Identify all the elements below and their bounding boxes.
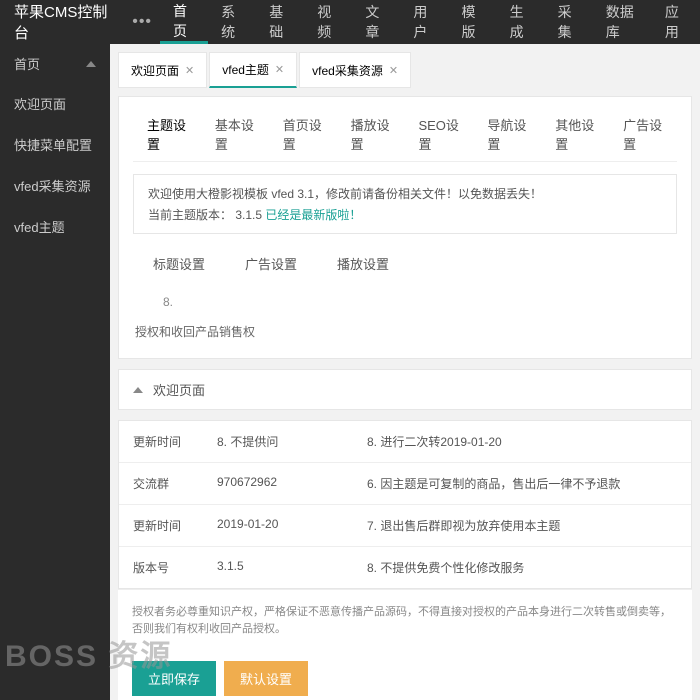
close-icon[interactable]: ✕ [275, 63, 284, 76]
topnav-item-3[interactable]: 视频 [304, 0, 352, 44]
page-tabs: 欢迎页面✕vfed主题✕vfed采集资源✕ [118, 52, 692, 88]
chevron-up-icon [133, 387, 143, 393]
sidebar-head-label: 首页 [14, 54, 40, 73]
top-nav: 首页系统基础视频文章用户模版生成采集数据库应用 [160, 0, 700, 44]
topnav-item-0[interactable]: 首页 [160, 0, 208, 44]
small-value: 8. [133, 289, 677, 315]
topnav-item-9[interactable]: 数据库 [593, 0, 652, 44]
subtab-3[interactable]: 播放设置 [337, 107, 405, 161]
welcome-line1: 欢迎使用大橙影视模板 vfed 3.1，修改前请备份相关文件！以免数据丢失！ [148, 185, 662, 202]
topnav-item-10[interactable]: 应用 [652, 0, 700, 44]
more-icon[interactable]: ••• [124, 13, 160, 31]
sidebar-item-0[interactable]: 欢迎页面 [0, 83, 110, 124]
latest-badge: 已经是最新版啦！ [265, 208, 361, 222]
theme-panel: 主题设置基本设置首页设置播放设置SEO设置导航设置其他设置广告设置 欢迎使用大橙… [118, 96, 692, 359]
topnav-item-1[interactable]: 系统 [208, 0, 256, 44]
info-table: 更新时间8. 不提供问8. 进行二次转2019-01-20交流群97067296… [118, 420, 692, 589]
topnav-item-6[interactable]: 模版 [449, 0, 497, 44]
top-bar: 苹果CMS控制台 ••• 首页系统基础视频文章用户模版生成采集数据库应用 [0, 0, 700, 44]
reset-button[interactable]: 默认设置 [224, 661, 308, 696]
subtab-6[interactable]: 其他设置 [541, 107, 609, 161]
close-icon[interactable]: ✕ [389, 64, 398, 77]
welcome-box: 欢迎使用大橙影视模板 vfed 3.1，修改前请备份相关文件！以免数据丢失！ 当… [133, 174, 677, 234]
sidebar-item-3[interactable]: vfed主题 [0, 206, 110, 247]
app-logo: 苹果CMS控制台 [0, 1, 124, 43]
subtab-5[interactable]: 导航设置 [473, 107, 541, 161]
footer-note: 授权者务必尊重知识产权，严格保证不恶意传播产品源码，不得直接对授权的产品本身进行… [118, 589, 692, 651]
tab-2[interactable]: vfed采集资源✕ [299, 52, 411, 88]
sidebar: 首页 欢迎页面快捷菜单配置vfed采集资源vfed主题 [0, 44, 110, 700]
topnav-item-4[interactable]: 文章 [352, 0, 400, 44]
chevron-up-icon [86, 61, 96, 67]
topnav-item-5[interactable]: 用户 [400, 0, 448, 44]
table-row: 版本号3.1.58. 不提供免费个性化修改服务 [119, 547, 691, 588]
sidebar-head[interactable]: 首页 [0, 44, 110, 83]
collapse-bar[interactable]: 欢迎页面 [118, 369, 692, 410]
subtab-1[interactable]: 基本设置 [201, 107, 269, 161]
table-row: 更新时间2019-01-207. 退出售后群即视为放弃使用本主题 [119, 505, 691, 547]
sub-tabs: 主题设置基本设置首页设置播放设置SEO设置导航设置其他设置广告设置 [133, 107, 677, 162]
collapse-title: 欢迎页面 [153, 380, 205, 399]
auth-text: 授权和收回产品销售权 [133, 315, 677, 348]
tab-0[interactable]: 欢迎页面✕ [118, 52, 207, 88]
inner-tab-0[interactable]: 标题设置 [133, 248, 225, 279]
inner-tab-2[interactable]: 播放设置 [317, 248, 409, 279]
table-row: 交流群9706729626. 因主题是可复制的商品，售出后一律不予退款 [119, 463, 691, 505]
topnav-item-8[interactable]: 采集 [545, 0, 593, 44]
table-row: 更新时间8. 不提供问8. 进行二次转2019-01-20 [119, 421, 691, 463]
subtab-7[interactable]: 广告设置 [609, 107, 677, 161]
button-row: 立即保存 默认设置 [118, 651, 692, 700]
subtab-0[interactable]: 主题设置 [133, 107, 201, 161]
subtab-4[interactable]: SEO设置 [404, 107, 473, 161]
welcome-line2: 当前主题版本： 3.1.5 已经是最新版啦！ [148, 206, 662, 223]
sidebar-item-1[interactable]: 快捷菜单配置 [0, 124, 110, 165]
close-icon[interactable]: ✕ [185, 64, 194, 77]
topnav-item-2[interactable]: 基础 [256, 0, 304, 44]
topnav-item-7[interactable]: 生成 [497, 0, 545, 44]
main-area: 欢迎页面✕vfed主题✕vfed采集资源✕ 主题设置基本设置首页设置播放设置SE… [110, 44, 700, 700]
save-button[interactable]: 立即保存 [132, 661, 216, 696]
inner-tab-1[interactable]: 广告设置 [225, 248, 317, 279]
sidebar-item-2[interactable]: vfed采集资源 [0, 165, 110, 206]
inner-tabs: 标题设置广告设置播放设置 [133, 248, 677, 279]
subtab-2[interactable]: 首页设置 [269, 107, 337, 161]
tab-1[interactable]: vfed主题✕ [209, 52, 297, 88]
